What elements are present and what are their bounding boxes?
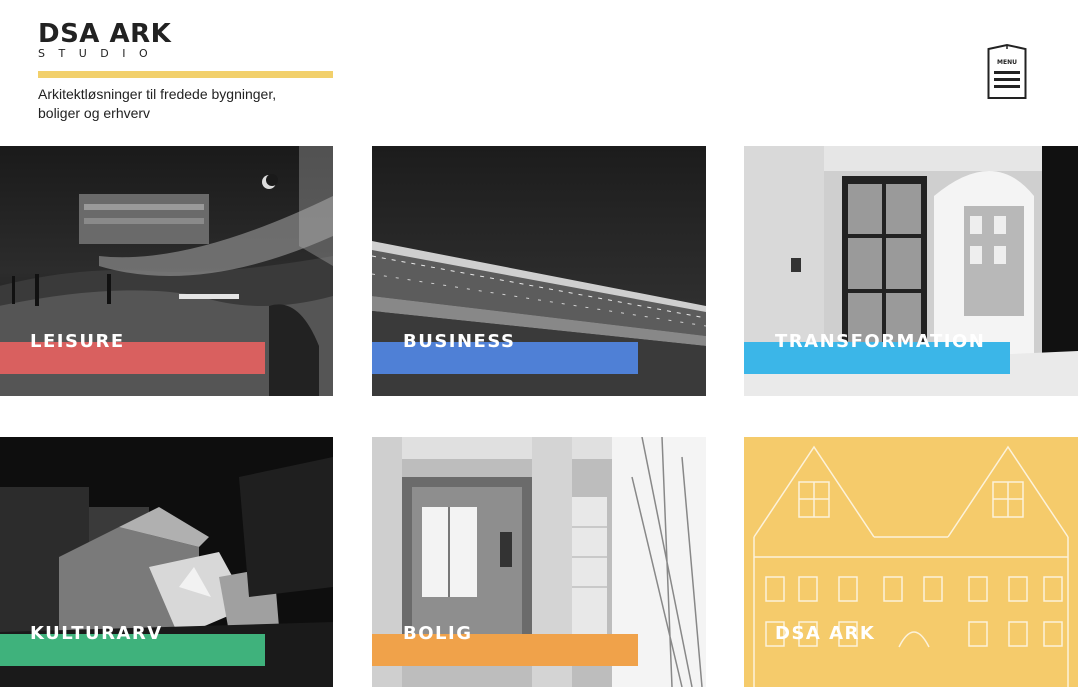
facade-line-drawing xyxy=(744,437,1078,687)
tile-label: TRANSFORMATION xyxy=(775,331,986,352)
logo-subtitle: STUDIO xyxy=(38,47,162,60)
tile-business[interactable]: BUSINESS xyxy=(372,146,706,396)
tile-label: KULTURARV xyxy=(30,623,163,644)
tile-bolig[interactable]: BOLIG xyxy=(372,437,706,687)
menu-label: MENU xyxy=(997,59,1017,66)
logo-underline xyxy=(38,71,333,78)
tagline: Arkitektløsninger til fredede bygninger,… xyxy=(38,85,338,123)
menu-button[interactable]: MENU xyxy=(987,43,1027,99)
tagline-line-2: boliger og erhverv xyxy=(38,105,151,121)
tile-label: DSA ARK xyxy=(775,623,876,644)
tile-label: BUSINESS xyxy=(403,331,516,352)
tagline-line-1: Arkitektløsninger til fredede bygninger, xyxy=(38,86,277,102)
tile-transformation[interactable]: TRANSFORMATION xyxy=(744,146,1078,396)
site-header: DSA ARK STUDIO Arkitektløsninger til fre… xyxy=(38,20,338,121)
tile-leisure[interactable]: LEISURE xyxy=(0,146,333,396)
tile-label: BOLIG xyxy=(403,623,473,644)
tile-kulturarv[interactable]: KULTURARV xyxy=(0,437,333,687)
menu-book-icon: MENU xyxy=(987,43,1027,99)
tile-dsa-ark[interactable]: DSA ARK xyxy=(744,437,1078,687)
logo-name[interactable]: DSA ARK xyxy=(38,20,338,48)
tile-label: LEISURE xyxy=(30,331,125,352)
